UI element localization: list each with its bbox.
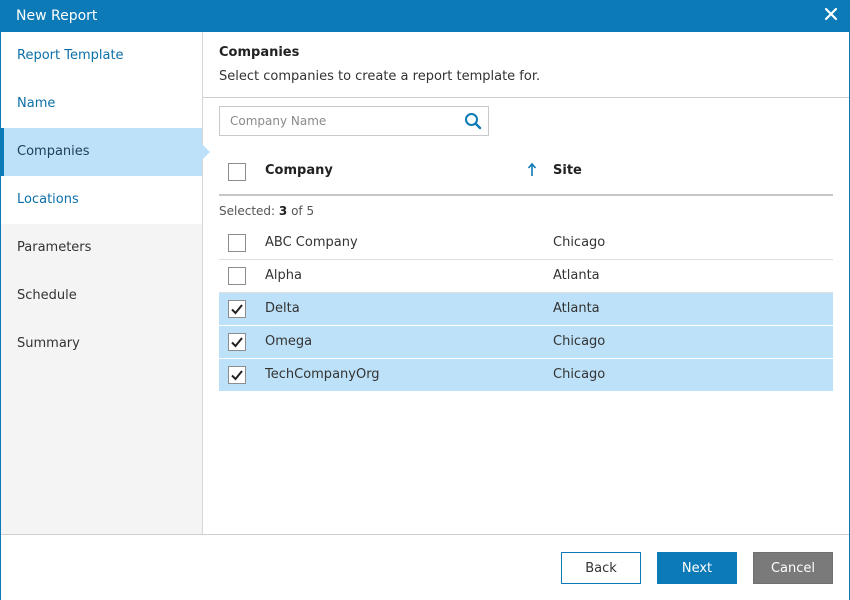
sidebar-item-label: Locations <box>17 192 79 207</box>
next-button[interactable]: Next <box>657 552 737 584</box>
close-icon[interactable] <box>824 7 838 21</box>
site-cell: Chicago <box>553 367 606 382</box>
table-row[interactable]: TechCompanyOrg Chicago <box>219 359 833 392</box>
dialog-title: New Report <box>16 8 98 24</box>
site-cell: Atlanta <box>553 301 600 316</box>
sidebar-item-label: Parameters <box>17 240 92 255</box>
site-cell: Atlanta <box>553 268 600 283</box>
table-header: Company Site <box>219 154 833 196</box>
selection-counter-prefix: Selected: <box>219 204 279 218</box>
sidebar-item-name[interactable]: Name <box>1 80 202 128</box>
company-cell: TechCompanyOrg <box>265 367 380 382</box>
sidebar-item-label: Name <box>17 96 56 111</box>
sidebar-item-label: Summary <box>17 336 80 351</box>
row-checkbox[interactable] <box>228 366 246 384</box>
title-bar: New Report <box>1 1 849 32</box>
column-header-site[interactable]: Site <box>553 163 582 178</box>
sidebar-item-label: Companies <box>17 144 90 159</box>
sidebar-item-summary[interactable]: Summary <box>1 320 202 368</box>
checkmark-icon <box>231 304 243 315</box>
sidebar-item-report-template[interactable]: Report Template <box>1 32 202 80</box>
company-cell: Alpha <box>265 268 302 283</box>
checkmark-icon <box>231 370 243 381</box>
sidebar-item-companies[interactable]: Companies <box>1 128 210 176</box>
sidebar-item-locations[interactable]: Locations <box>1 176 202 224</box>
selection-counter: Selected: 3 of 5 <box>219 204 314 218</box>
row-checkbox[interactable] <box>228 300 246 318</box>
dialog-footer: Back Next Cancel <box>1 534 849 600</box>
table-row[interactable]: Delta Atlanta <box>219 293 833 326</box>
company-cell: Omega <box>265 334 313 349</box>
row-checkbox[interactable] <box>228 234 246 252</box>
company-search-box <box>219 106 489 136</box>
company-cell: Delta <box>265 301 300 316</box>
sidebar-item-label: Schedule <box>17 288 77 303</box>
sidebar-item-schedule[interactable]: Schedule <box>1 272 202 320</box>
step-header: Companies Select companies to create a r… <box>203 32 849 98</box>
select-all-checkbox[interactable] <box>228 163 246 181</box>
company-search-input[interactable] <box>220 107 475 135</box>
step-description: Select companies to create a report temp… <box>219 69 541 84</box>
row-checkbox[interactable] <box>228 267 246 285</box>
column-header-company[interactable]: Company <box>265 163 333 178</box>
new-report-dialog: New Report Report Template Name Companie… <box>0 0 850 600</box>
sort-ascending-icon[interactable] <box>525 162 539 178</box>
selection-counter-count: 3 <box>278 204 288 218</box>
search-icon[interactable] <box>464 112 482 130</box>
table-row[interactable]: Alpha Atlanta <box>219 260 833 293</box>
step-title: Companies <box>219 45 300 60</box>
selection-counter-total: of 5 <box>287 204 315 218</box>
wizard-steps-sidebar: Report Template Name Companies Locations… <box>1 32 210 534</box>
sidebar-item-parameters[interactable]: Parameters <box>1 224 202 272</box>
site-cell: Chicago <box>553 334 606 349</box>
company-cell: ABC Company <box>265 235 358 250</box>
sidebar-item-label: Report Template <box>17 48 124 63</box>
checkmark-icon <box>231 337 243 348</box>
site-cell: Chicago <box>553 235 606 250</box>
main-panel: Companies Select companies to create a r… <box>203 32 849 534</box>
table-row[interactable]: Omega Chicago <box>219 326 833 359</box>
back-button[interactable]: Back <box>561 552 641 584</box>
table-row[interactable]: ABC Company Chicago <box>219 227 833 260</box>
cancel-button[interactable]: Cancel <box>753 552 833 584</box>
row-checkbox[interactable] <box>228 333 246 351</box>
